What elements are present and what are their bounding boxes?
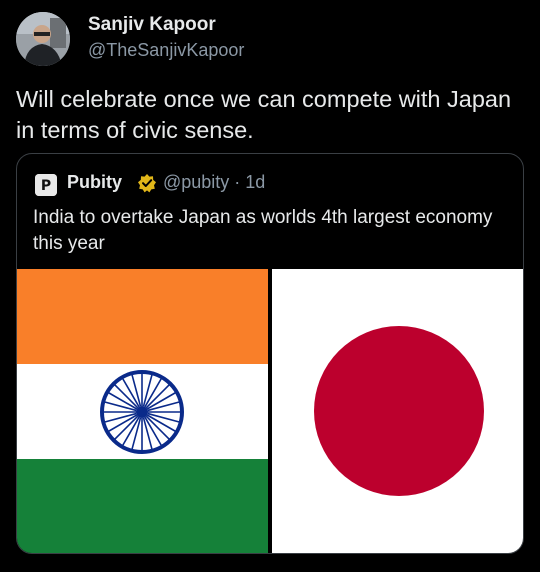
svg-text:P: P [41,178,51,194]
saffron-stripe [17,269,268,364]
japan-flag-image[interactable] [272,269,523,553]
quoted-author-avatar[interactable]: P [35,174,57,196]
quoted-author-name[interactable]: Pubity [67,172,122,193]
chakra-spoke [113,383,139,409]
quoted-media[interactable] [17,269,523,553]
chakra-spoke [113,415,139,441]
green-stripe [17,459,268,553]
quoted-tweet-card[interactable]: P Pubity @pubity · 1d India to overtake … [16,153,524,554]
chakra-spoke [145,415,171,441]
author-name[interactable]: Sanjiv Kapoor [88,14,216,36]
india-flag-image[interactable] [17,269,268,553]
tweet-text: Will celebrate once we can compete with … [16,86,512,143]
quoted-author-handle-time[interactable]: @pubity · 1d [163,172,265,193]
ashoka-chakra-icon [100,370,184,454]
author-avatar[interactable] [16,12,70,66]
verified-gold-icon [137,173,157,193]
hinomaru-circle [314,326,484,496]
author-handle[interactable]: @TheSanjivKapoor [88,40,244,61]
chakra-spoke [145,383,171,409]
quoted-tweet-text: India to overtake Japan as worlds 4th la… [33,207,493,254]
